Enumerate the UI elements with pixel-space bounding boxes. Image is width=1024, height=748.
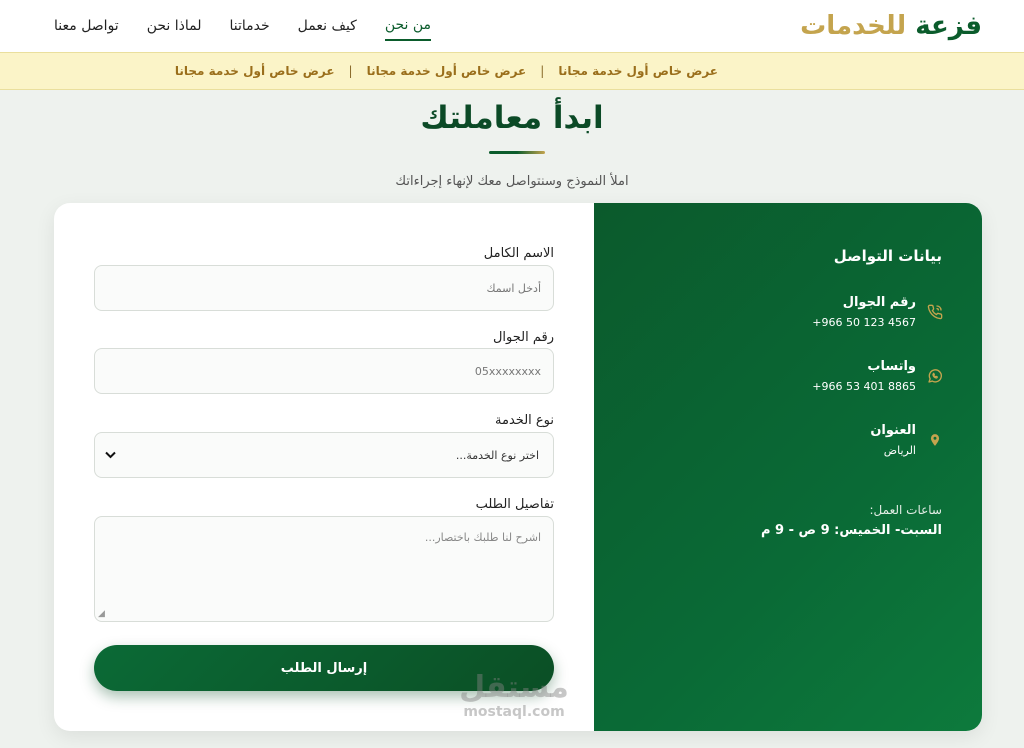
- details-textarea[interactable]: اشرح لنا طلبك باختصار... ◢: [94, 516, 554, 622]
- working-hours-value: السبت- الخميس: 9 ص - 9 م: [760, 523, 942, 538]
- request-form: الاسم الكامل أدخل اسمك رقم الجوال 05xxxx…: [94, 203, 554, 731]
- phone-icon: [926, 303, 944, 321]
- phone-label: رقم الجوال: [492, 330, 554, 345]
- contact-phone: رقم الجوال +966 50 123 4567: [812, 295, 944, 329]
- logo-part-1: فزعة: [915, 11, 982, 41]
- promo-text: عرض خاص أول خدمة مجانا: [558, 64, 718, 78]
- promo-text: عرض خاص أول خدمة مجانا: [366, 64, 527, 78]
- promo-separator: |: [540, 64, 545, 78]
- location-icon: [926, 431, 944, 449]
- page-title: ابدأ معاملتك: [420, 100, 604, 136]
- nav-link-how-we-work[interactable]: كيف نعمل: [298, 12, 357, 40]
- promo-text: عرض خاص أول خدمة مجانا: [174, 64, 335, 78]
- mostaql-watermark: مستقل mostaql.com: [452, 670, 576, 721]
- contact-whatsapp-label: واتساب: [867, 359, 916, 374]
- site-logo[interactable]: فزعة للخدمات: [800, 11, 982, 41]
- promo-separator: |: [348, 64, 353, 78]
- watermark-latin: mostaql.com: [463, 704, 565, 720]
- service-select[interactable]: اختر نوع الخدمة...: [94, 432, 554, 478]
- service-select-value: اختر نوع الخدمة...: [455, 448, 539, 462]
- contact-address-value: الرياض: [883, 444, 916, 457]
- watermark-arabic: مستقل: [459, 670, 569, 705]
- contact-phone-value[interactable]: +966 50 123 4567: [812, 316, 916, 329]
- service-label: نوع الخدمة: [495, 413, 554, 428]
- site-header: من نحن كيف نعمل خدماتنا لماذا نحن تواصل …: [0, 0, 1024, 52]
- whatsapp-icon: [926, 367, 944, 385]
- request-card: بيانات التواصل رقم الجوال +966 50 123 45…: [54, 203, 982, 731]
- contact-panel: بيانات التواصل رقم الجوال +966 50 123 45…: [594, 203, 982, 731]
- logo-part-2: للخدمات: [800, 11, 907, 41]
- contact-panel-title: بيانات التواصل: [833, 247, 942, 265]
- page-subtitle: املأ النموذج وسنتواصل معك لإنهاء إجراءات…: [395, 174, 629, 189]
- promo-banner: عرض خاص أول خدمة مجانا | عرض خاص أول خدم…: [0, 52, 1024, 90]
- nav-link-about[interactable]: من نحن: [384, 11, 432, 41]
- working-hours-label: ساعات العمل:: [869, 503, 943, 517]
- resize-handle-icon[interactable]: ◢: [98, 609, 105, 619]
- chevron-down-icon: [105, 448, 116, 462]
- main-nav: من نحن كيف نعمل خدماتنا لماذا نحن تواصل …: [54, 11, 432, 41]
- nav-link-contact[interactable]: تواصل معنا: [54, 12, 119, 40]
- details-placeholder: اشرح لنا طلبك باختصار...: [424, 531, 541, 544]
- contact-address-label: العنوان: [870, 423, 916, 438]
- title-underline: [489, 151, 545, 154]
- nav-link-services[interactable]: خدماتنا: [230, 12, 270, 40]
- contact-address: العنوان الرياض: [870, 423, 944, 457]
- contact-whatsapp-value[interactable]: +966 53 401 8865: [812, 380, 916, 393]
- name-label: الاسم الكامل: [483, 246, 554, 261]
- name-input[interactable]: أدخل اسمك: [94, 265, 554, 311]
- phone-input[interactable]: 05xxxxxxxx: [94, 348, 554, 394]
- details-label: تفاصيل الطلب: [475, 497, 554, 512]
- contact-phone-label: رقم الجوال: [842, 295, 916, 310]
- contact-whatsapp: واتساب +966 53 401 8865: [812, 359, 944, 393]
- nav-link-why-us[interactable]: لماذا نحن: [147, 12, 202, 40]
